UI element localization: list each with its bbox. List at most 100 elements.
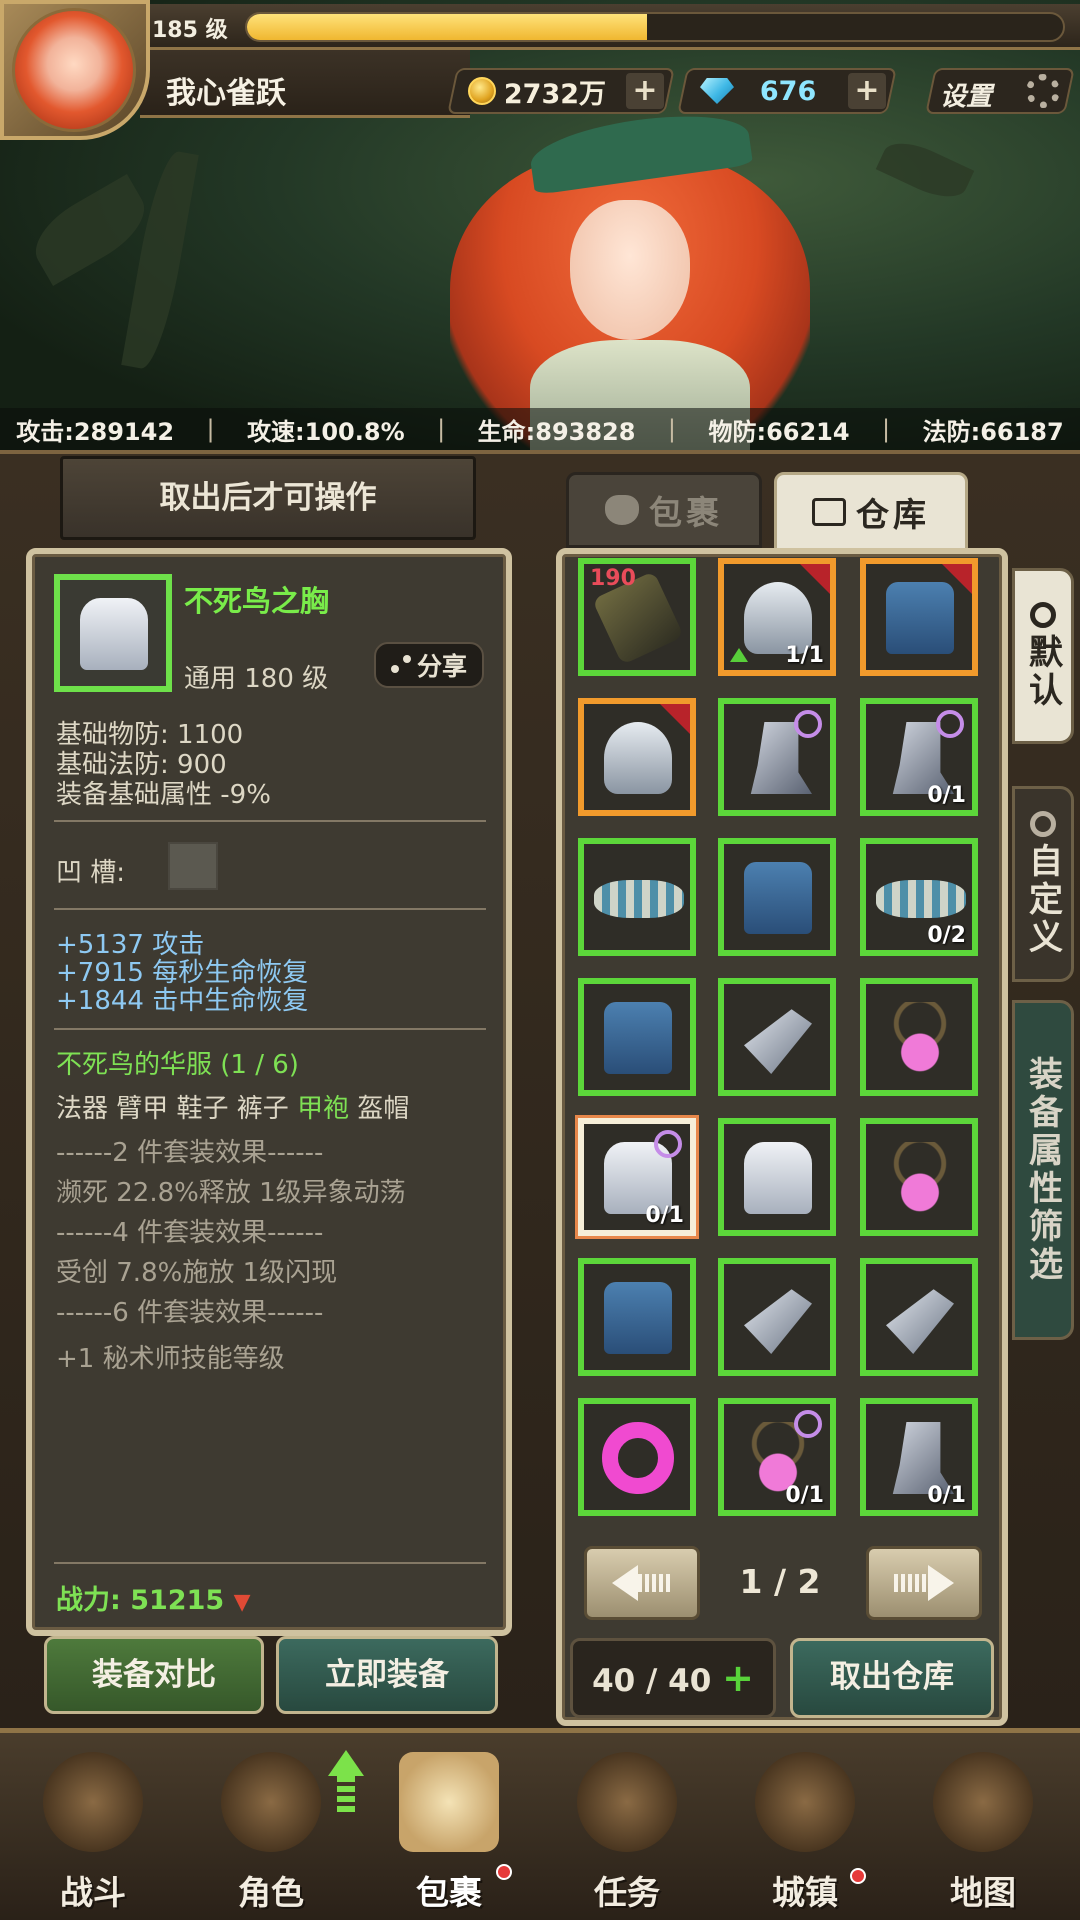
slot-count: 0/1 bbox=[927, 783, 966, 808]
storage-slot[interactable]: 0/1 bbox=[718, 1398, 836, 1516]
storage-slot[interactable] bbox=[718, 978, 836, 1096]
next-page-button[interactable] bbox=[866, 1546, 982, 1620]
prev-page-button[interactable] bbox=[584, 1546, 700, 1620]
socket-slot[interactable] bbox=[168, 842, 218, 890]
arrow-left-icon bbox=[612, 1565, 638, 1601]
storage-slot[interactable] bbox=[860, 1118, 978, 1236]
storage-slot[interactable]: 190 bbox=[578, 558, 696, 676]
set-parts-inactive: 盔帽 bbox=[349, 1094, 410, 1124]
stat-magic-def: 法防:66187 bbox=[922, 417, 1064, 446]
gear-icon[interactable] bbox=[1026, 74, 1060, 108]
storage-slot[interactable] bbox=[578, 978, 696, 1096]
equip-now-button[interactable]: 立即装备 bbox=[276, 1636, 498, 1714]
add-gold-button[interactable]: + bbox=[626, 73, 664, 109]
storage-slot[interactable] bbox=[860, 978, 978, 1096]
slot-count: 0/1 bbox=[927, 1483, 966, 1508]
side-tab-label: 默认 bbox=[1022, 634, 1063, 710]
share-button[interactable]: 分享 bbox=[374, 642, 484, 688]
belt-icon bbox=[876, 880, 966, 918]
wing-icon bbox=[886, 1289, 954, 1354]
storage-slot[interactable]: 0/1 bbox=[860, 698, 978, 816]
player-level: 185 级 bbox=[152, 18, 228, 43]
nav-label: 地图 bbox=[950, 1873, 1016, 1912]
helmet-icon bbox=[221, 1752, 321, 1852]
storage-slot[interactable] bbox=[578, 1258, 696, 1376]
set-effect-line: 受创 7.8%施放 1级闪现 bbox=[56, 1258, 338, 1288]
tab-bag-label: 包裹 bbox=[649, 493, 723, 532]
nav-4[interactable]: 城镇 bbox=[720, 1740, 890, 1920]
nav-2[interactable]: 包裹 bbox=[364, 1740, 534, 1920]
storage-slot[interactable] bbox=[718, 838, 836, 956]
expand-capacity-icon[interactable]: + bbox=[722, 1656, 754, 1700]
wing-icon bbox=[744, 1009, 812, 1074]
stat-attack-speed: 攻速:100.8% bbox=[247, 417, 405, 446]
divider bbox=[54, 1562, 486, 1564]
nav-label: 战斗 bbox=[60, 1873, 126, 1912]
page-indicator: 1 / 2 bbox=[739, 1562, 821, 1601]
storage-capacity[interactable]: 40 / 40 + bbox=[570, 1638, 776, 1718]
divider bbox=[54, 908, 486, 910]
storage-slot[interactable]: 0/1 bbox=[860, 1398, 978, 1516]
storage-slot[interactable] bbox=[718, 1258, 836, 1376]
divider bbox=[54, 1028, 486, 1030]
armor-icon bbox=[744, 1142, 812, 1214]
stat-attack: 攻击:289142 bbox=[16, 417, 175, 446]
item-icon bbox=[54, 574, 172, 692]
power-value: 51215 bbox=[130, 1585, 225, 1616]
chest-icon bbox=[604, 1282, 672, 1354]
compare-equipment-button[interactable]: 装备对比 bbox=[44, 1636, 264, 1714]
nav-label: 角色 bbox=[238, 1873, 304, 1912]
capacity-value: 40 / 40 bbox=[592, 1663, 712, 1699]
gold-value: 2732万 bbox=[504, 78, 607, 110]
tab-bag[interactable]: 包裹 bbox=[566, 472, 762, 548]
gem-value: 676 bbox=[760, 75, 817, 107]
notification-dot bbox=[850, 1868, 866, 1884]
settings-label[interactable]: 设置 bbox=[940, 76, 992, 113]
storage-slot[interactable]: 0/1 bbox=[578, 1118, 696, 1236]
gold-counter: 2732万 + bbox=[447, 68, 675, 114]
map-icon bbox=[933, 1752, 1033, 1852]
storage-slot[interactable] bbox=[718, 698, 836, 816]
divider bbox=[54, 820, 486, 822]
set-parts: 法器 臂甲 鞋子 裤子 甲袍 盔帽 bbox=[56, 1088, 409, 1125]
swords-shield-icon bbox=[43, 1752, 143, 1852]
refresh-icon bbox=[1030, 602, 1056, 628]
side-tab-default[interactable]: 默认 bbox=[1012, 568, 1074, 744]
side-tab-attribute-filter[interactable]: 装备属性筛选 bbox=[1012, 1000, 1074, 1340]
ring-icon bbox=[602, 1422, 674, 1494]
nav-0[interactable]: 战斗 bbox=[8, 1740, 178, 1920]
xp-bar bbox=[245, 12, 1065, 42]
avatar-frame[interactable] bbox=[0, 0, 150, 140]
scroll-quill-icon bbox=[577, 1752, 677, 1852]
storage-slot[interactable]: 1/1 bbox=[718, 558, 836, 676]
gear-icon bbox=[1030, 811, 1056, 837]
storage-slot[interactable] bbox=[578, 1398, 696, 1516]
nav-5[interactable]: 地图 bbox=[898, 1740, 1068, 1920]
side-tab-label: 自定义 bbox=[1022, 843, 1063, 957]
set-effect-header: ------6 件套装效果------ bbox=[56, 1298, 324, 1328]
diamond-icon bbox=[700, 78, 734, 104]
player-name: 我心雀跃 bbox=[166, 76, 286, 111]
set-effect-line: 濒死 22.8%释放 1级异象动荡 bbox=[56, 1178, 406, 1208]
stats-bar: 攻击:289142 | 攻速:100.8% | 生命:893828 | 物防:6621… bbox=[0, 408, 1080, 450]
withdraw-button[interactable]: 取出仓库 bbox=[790, 1638, 994, 1718]
stat-hp: 生命:893828 bbox=[477, 417, 636, 446]
storage-slot[interactable]: 0/2 bbox=[860, 838, 978, 956]
combat-power: 战力: 51215 ▼ bbox=[56, 1578, 250, 1617]
chest-icon bbox=[744, 862, 812, 934]
avatar[interactable] bbox=[12, 8, 136, 132]
storage-slot[interactable] bbox=[718, 1118, 836, 1236]
gold-coin-icon bbox=[468, 77, 496, 105]
storage-slot[interactable] bbox=[860, 558, 978, 676]
storage-slot[interactable] bbox=[578, 838, 696, 956]
add-gems-button[interactable]: + bbox=[848, 73, 886, 109]
bag-icon bbox=[605, 495, 639, 525]
storage-slot[interactable] bbox=[860, 1258, 978, 1376]
storage-slot[interactable] bbox=[578, 698, 696, 816]
side-tab-custom[interactable]: 自定义 bbox=[1012, 786, 1074, 982]
nav-3[interactable]: 任务 bbox=[542, 1740, 712, 1920]
bonus-stat-line: +1844 击中生命恢复 bbox=[56, 986, 309, 1016]
hero-portrait bbox=[420, 104, 840, 450]
stat-phys-def: 物防:66214 bbox=[708, 417, 850, 446]
tab-storage[interactable]: 仓库 bbox=[774, 472, 968, 552]
